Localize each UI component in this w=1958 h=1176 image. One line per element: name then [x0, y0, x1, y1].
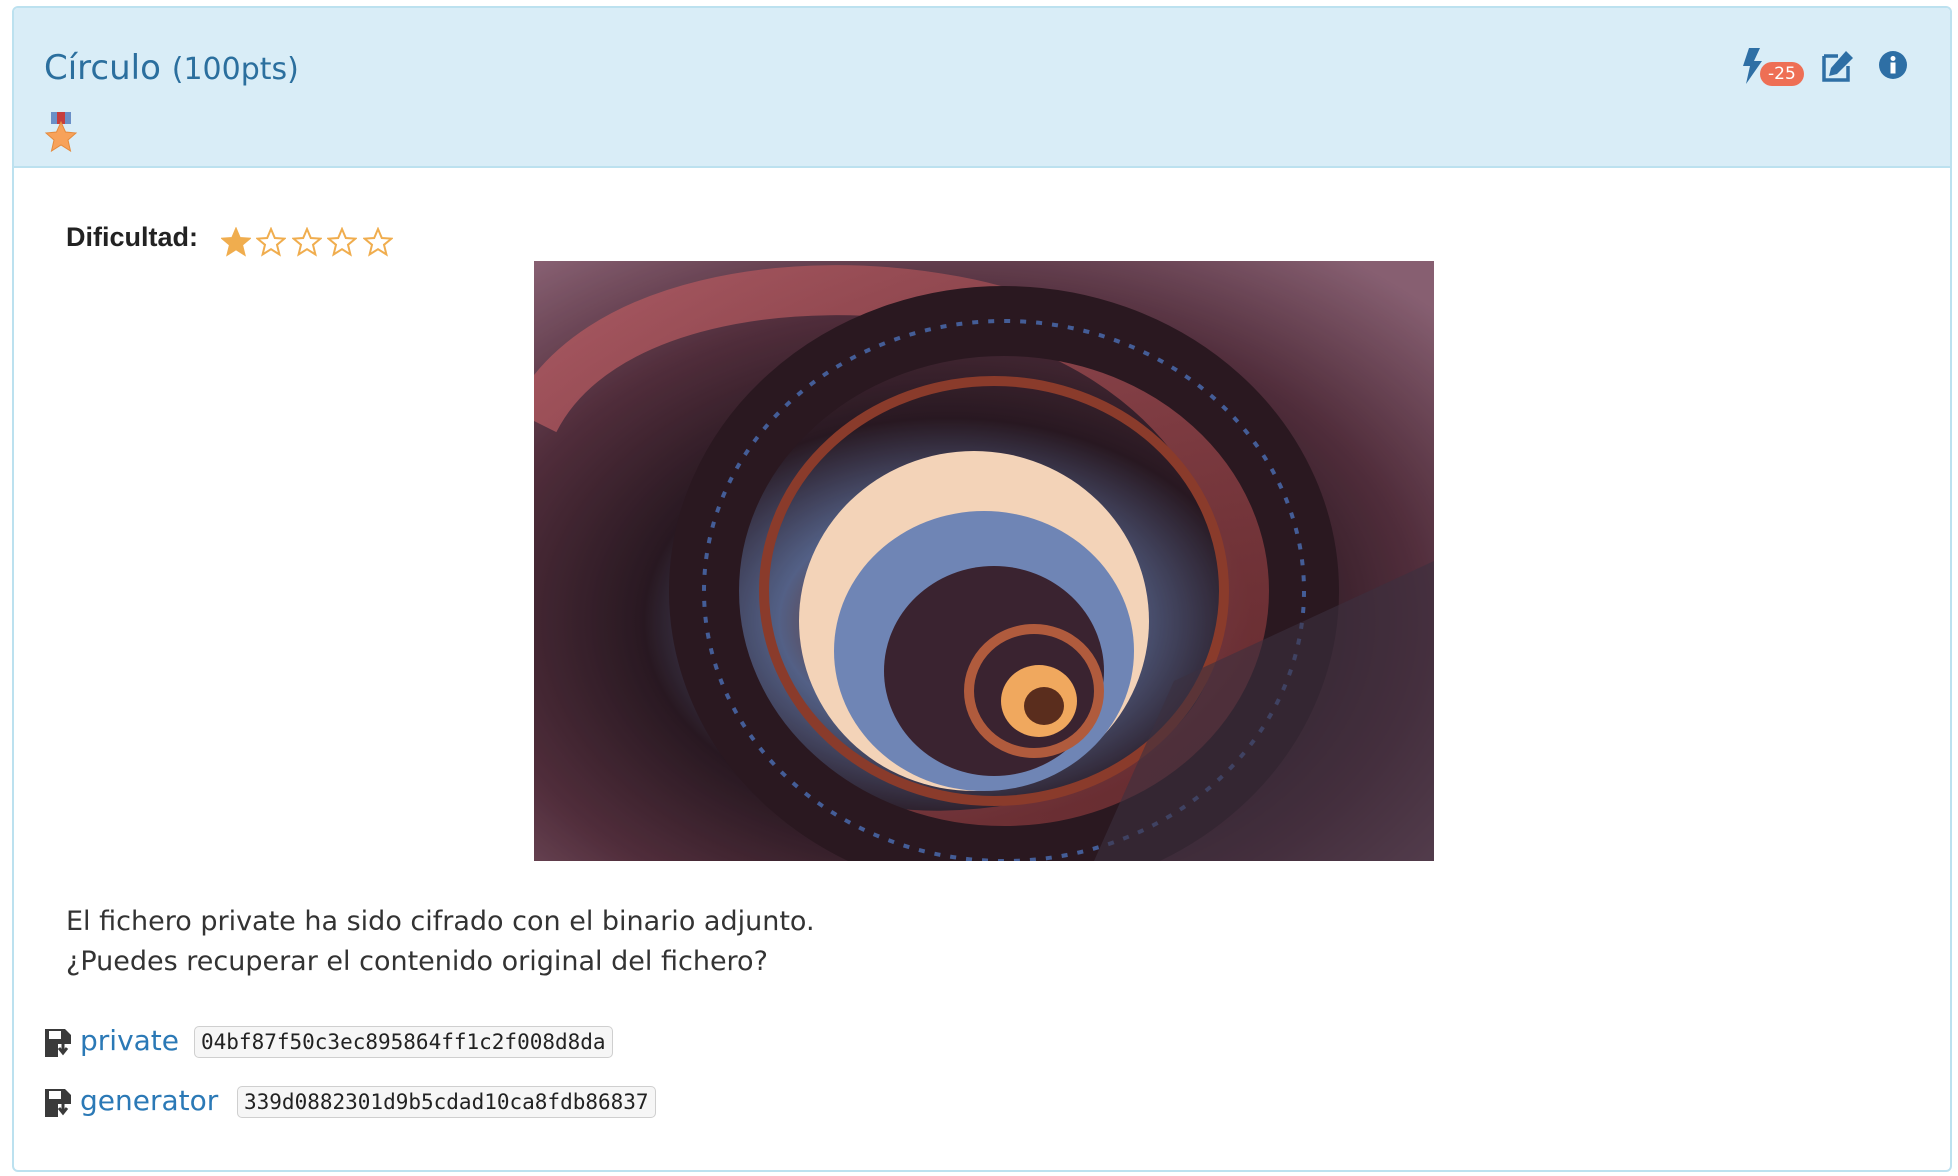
star-icon — [221, 227, 251, 257]
challenge-name: Círculo — [44, 48, 161, 88]
file-hash: 04bf87f50c3ec895864ff1c2f008d8da — [194, 1026, 613, 1058]
difficulty-rating — [221, 227, 394, 259]
star-icon — [327, 227, 358, 257]
info-icon[interactable] — [1878, 50, 1908, 80]
medal-icon — [44, 112, 78, 152]
challenge-points: (100pts) — [171, 52, 299, 87]
disk-download-icon — [45, 1029, 72, 1058]
spiral-staircase-image — [534, 261, 1434, 861]
file-link-private[interactable]: private — [80, 1024, 179, 1057]
file-link-generator[interactable]: generator — [80, 1084, 218, 1117]
file-hash: 339d0882301d9b5cdad10ca8fdb86837 — [237, 1086, 656, 1118]
challenge-panel: Círculo (100pts) -25 Dificultad: El fich… — [12, 6, 1952, 1172]
description-line-2: ¿Puedes recuperar el contenido original … — [66, 946, 768, 977]
star-icon — [256, 227, 287, 257]
panel-heading: Círculo (100pts) -25 — [14, 8, 1950, 168]
challenge-description: El fichero private ha sido cifrado con e… — [66, 902, 815, 982]
disk-download-icon — [45, 1089, 72, 1118]
description-line-1: El fichero private ha sido cifrado con e… — [66, 906, 815, 937]
penalty-badge: -25 — [1760, 62, 1804, 86]
difficulty-label: Dificultad: — [66, 222, 198, 252]
challenge-title: Círculo (100pts) — [44, 48, 299, 88]
edit-icon[interactable] — [1820, 48, 1856, 84]
star-icon — [291, 227, 322, 257]
star-icon — [362, 227, 393, 257]
